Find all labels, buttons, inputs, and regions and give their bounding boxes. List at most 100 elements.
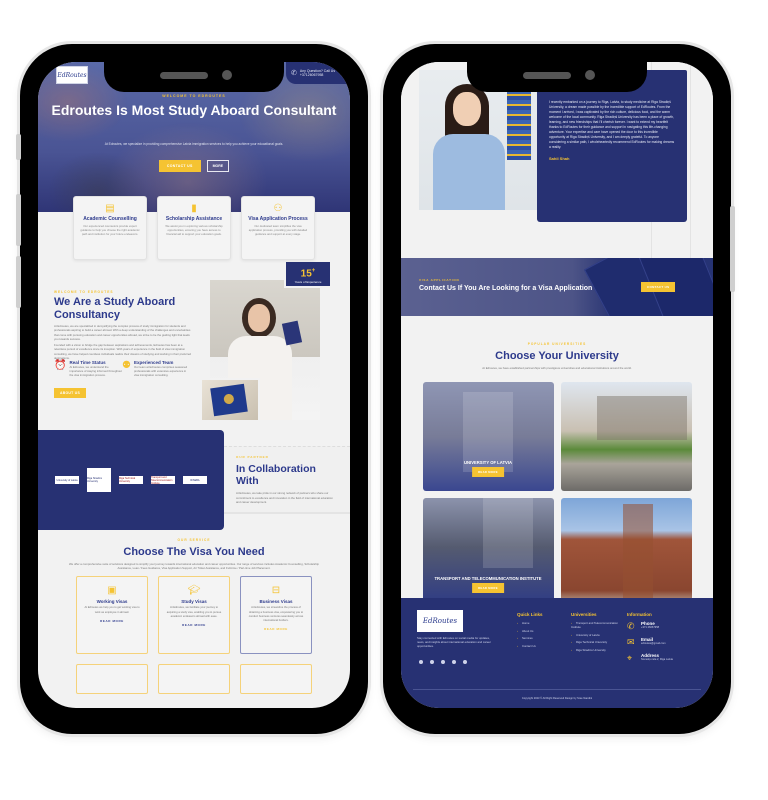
feature-card[interactable]: ⚇ Visa Application Process Our dedicated… [241,196,315,260]
universities-section: POPULAR UNIVERSITIES Choose Your Univers… [401,316,713,607]
linkedin-icon[interactable] [441,660,445,664]
university-card[interactable]: UNIVERSITY OF LATVIA READ MORE [422,382,554,491]
mini-feature: ⏰ Real Time Status At Edroutes, we unders… [54,360,122,377]
visa-card-title: Business Visas [259,599,293,605]
visa-card-title: Working Visas [96,599,128,605]
information-title: Information [627,612,652,617]
partner-logo[interactable]: Riga Technical University [119,476,143,484]
footer-link[interactable]: University of Latvia [571,633,623,637]
university-name: UNIVERSITY OF LATVIA [463,460,512,465]
visa-card-working[interactable]: ▣ Working Visas At Edroutes we help you … [76,576,148,655]
about-title: We Are a Study Aboard Consultancy [54,296,176,321]
copyright: Copyright 2023 © All Right Reserved Desi… [521,697,593,700]
visa-card-desc: At Edroutes we help you to get working v… [84,606,140,614]
university-card[interactable]: TRANSPORT AND TELECOMMUNICATION INSTITUT… [422,498,554,607]
mini-feature-desc: Our team at Edroutes comprises seasoned … [133,365,188,377]
visa-card-desc: At Edroutes, we facilitate your journey … [166,606,222,618]
features-row: ▤ Academic Counselling Our experienced c… [38,196,350,260]
visa-card[interactable] [158,664,230,695]
visa-eyebrow: OUR SERVICE [177,538,211,542]
hero-subtitle: At Edroutes, we specialize in providing … [104,142,284,146]
visa-desc: We offer a comprehensive suite of soluti… [69,562,319,571]
feature-desc: Our dedicated team simplifies the visa a… [248,224,308,236]
about-paragraph: Founded with a vision to bridge the gap … [54,343,191,360]
partner-logos-panel: University of Latvia Riga Stradins Unive… [38,430,224,530]
footer-link[interactable]: Transport and Telecommunication Institut… [571,621,623,629]
footer-quick-links: Quick Links Home About Us Services Conta… [517,612,543,651]
document-icon: ▤ [105,203,115,214]
feature-desc: We assist you in exploring various schol… [165,224,223,236]
partners-desc: At Edroutes, we take pride in our strong… [236,491,333,504]
footer-link[interactable]: Services [517,636,543,640]
read-more-link[interactable]: READ MORE [77,619,147,623]
site-logo[interactable]: EdRoutes [56,66,88,84]
footer-link[interactable]: About Us [517,629,543,633]
partner-logo[interactable]: Riga Stradins University [87,468,111,492]
about-eyebrow: WELCOME TO EDROUTES [54,290,114,294]
partners-section: University of Latvia Riga Stradins Unive… [38,430,350,530]
map-pin-icon: ⌖ [627,653,633,663]
mockup-stage: EdRoutes ✆ Any Question? Call Us +3712606… [0,0,768,800]
quick-links-title: Quick Links [517,612,543,617]
feature-title: Visa Application Process [248,216,308,222]
footer-link[interactable]: Riga Stradins University [571,648,623,652]
more-button[interactable]: MORE [206,160,230,172]
university-card[interactable] [560,498,692,607]
universities-footer-title: Universities [571,612,597,617]
phone-icon: ✆ [291,70,297,77]
read-more-link[interactable]: READ MORE [159,623,229,627]
social-links [419,660,467,664]
envelope-icon: ✉ [627,637,635,647]
footer-information: Information ✆ Phone +371 26067958 ✉ Email… [627,612,689,669]
book-icon: ▮ [191,203,197,214]
whatsapp-icon[interactable] [452,660,456,664]
experience-badge: 15+ Years of Experience [284,260,332,288]
email-info: ✉ Email edroutes@gmail.com [627,637,689,647]
passport-photo [200,378,260,422]
phone-notch [104,62,284,92]
graduation-cap-icon: 🎓︎ [187,585,201,597]
cta-contact-button[interactable]: CONTACT US [641,282,676,292]
footer-link[interactable]: Home [517,621,543,625]
feature-card[interactable]: ▤ Academic Counselling Our experienced c… [73,196,147,260]
partner-logo[interactable]: University of Latvia [55,476,79,484]
read-more-button[interactable]: READ MORE [472,467,504,477]
read-more-link[interactable]: READ MORE [241,627,311,631]
universities-title: Choose Your University [495,350,619,362]
phone-icon: ✆ [627,621,635,631]
youtube-icon[interactable] [463,660,467,664]
footer-universities: Universities Transport and Telecommunica… [571,612,623,655]
phone-volume-down [16,256,21,308]
partner-logo[interactable]: RISEBA [183,476,207,484]
feature-card[interactable]: ▮ Scholarship Assistance We assist you i… [157,196,231,260]
call-us-box[interactable]: ✆ Any Question? Call Us +37126067958 [286,62,350,84]
facebook-icon[interactable] [419,660,423,664]
read-more-button[interactable]: READ MORE [472,583,504,593]
about-us-button[interactable]: ABOUT US [54,388,87,398]
footer-link[interactable]: Contact Us [517,644,543,648]
phone-volume-up [16,194,21,246]
visa-card[interactable] [76,664,148,695]
footer-logo[interactable]: EdRoutes [417,610,463,632]
phone-power-button [730,206,735,292]
visa-section: OUR SERVICE Choose The Visa You Need We … [38,530,350,708]
mini-feature-desc: At Edroutes, we understand the importanc… [69,365,122,377]
visa-card[interactable] [240,664,312,695]
contact-us-button[interactable]: CONTACT US [158,160,201,172]
address-value: Nometņu iela 2, Riga Latvia [641,658,673,661]
instagram-icon[interactable] [430,660,434,664]
footer-link[interactable]: Riga Technical University [571,640,623,644]
call-number: +37126067958 [299,73,324,77]
alarm-clock-icon: ⏰ [54,360,67,371]
partner-logo[interactable]: Transport and Telecommunication Institut… [151,476,175,485]
experience-number: 15 [300,268,312,280]
visa-card-business[interactable]: ⊟ Business Visas At Edroutes, we streaml… [240,576,312,655]
phone-screen: EdRoutes ✆ Any Question? Call Us +3712606… [38,62,350,708]
university-card[interactable] [560,382,692,491]
phone-value[interactable]: +371 26067958 [641,626,659,629]
site-footer: EdRoutes Stay connected with Edroutes on… [401,598,713,708]
visa-title: Choose The Visa You Need [123,546,265,558]
phone-right: ❞ I recently embarked on a journey to Ri… [383,44,735,734]
email-value[interactable]: edroutes@gmail.com [641,642,666,645]
visa-card-study[interactable]: 🎓︎ Study Visas At Edroutes, we facilitat… [158,576,230,655]
